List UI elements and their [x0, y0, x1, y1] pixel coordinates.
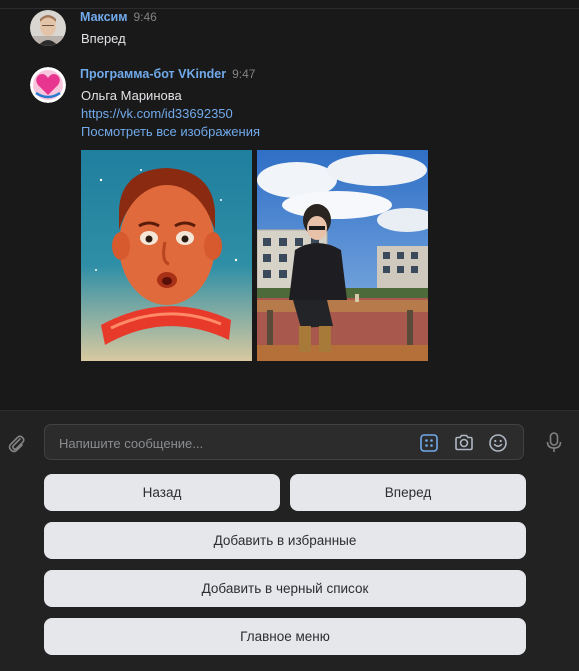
message-time: 9:47: [232, 67, 256, 81]
author-name[interactable]: Программа-бот VKinder: [80, 67, 226, 81]
main-menu-button[interactable]: Главное меню: [44, 618, 526, 655]
back-button[interactable]: Назад: [44, 474, 280, 511]
author-name[interactable]: Максим: [80, 10, 128, 24]
message-time: 9:46: [133, 10, 157, 24]
avatar[interactable]: [30, 10, 66, 46]
microphone-icon[interactable]: [543, 431, 565, 455]
composer-panel: Назад Вперед Добавить в избранные Добави…: [0, 410, 579, 671]
message-input-box[interactable]: [44, 424, 524, 460]
divider: [0, 8, 579, 9]
add-to-blacklist-button[interactable]: Добавить в черный список: [44, 570, 526, 607]
forward-button[interactable]: Вперед: [290, 474, 526, 511]
message-text: Вперед: [81, 31, 126, 46]
photo-attachment-2[interactable]: [257, 150, 428, 361]
photo-attachment-1[interactable]: [81, 150, 252, 361]
poster-boy-portrait: [81, 150, 252, 361]
message-header: Максим 9:46: [80, 10, 157, 24]
emoji-icon[interactable]: [487, 432, 509, 454]
profile-link[interactable]: https://vk.com/id33692350: [81, 106, 233, 121]
message-header: Программа-бот VKinder 9:47: [80, 67, 255, 81]
attach-icon[interactable]: [6, 433, 28, 455]
profile-name: Ольга Маринова: [81, 88, 182, 103]
add-to-favorites-button[interactable]: Добавить в избранные: [44, 522, 526, 559]
camera-icon[interactable]: [453, 432, 475, 454]
bot-keyboard-icon[interactable]: [419, 433, 439, 453]
woman-on-bench-photo: [257, 150, 428, 361]
message-input[interactable]: [57, 433, 401, 453]
message-history: Максим 9:46 Вперед Программа-бот VKinder 9…: [0, 0, 579, 410]
view-all-images-link[interactable]: Посмотреть все изображения: [81, 124, 260, 139]
bot-avatar[interactable]: [30, 67, 66, 103]
